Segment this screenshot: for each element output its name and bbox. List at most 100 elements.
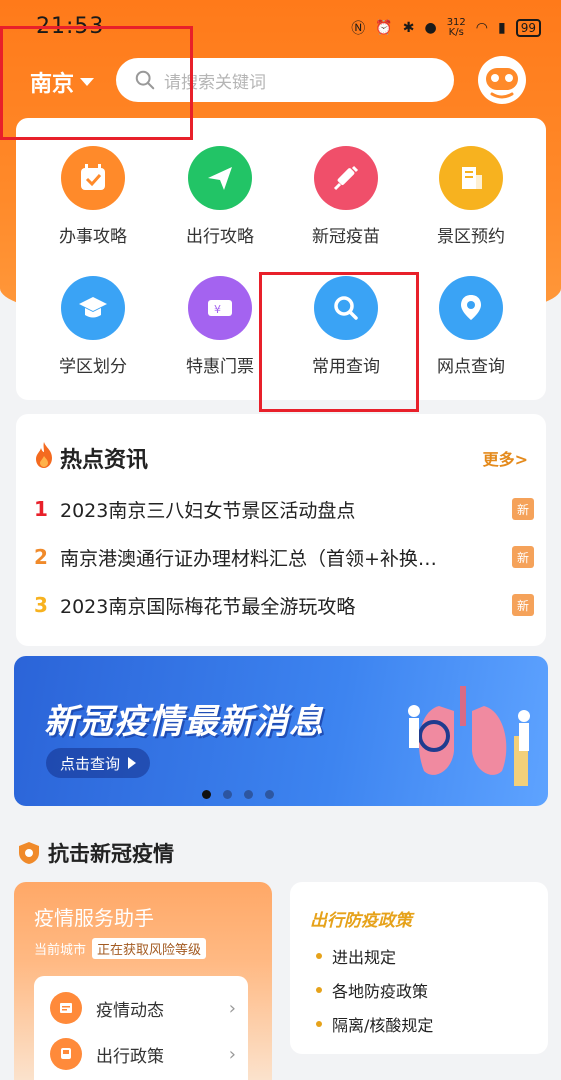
- more-link[interactable]: 更多>: [483, 446, 528, 470]
- calendar-check-icon: [61, 146, 125, 210]
- policy-item[interactable]: 隔离/核酸规定: [316, 1012, 433, 1036]
- news-rank: 3: [34, 593, 48, 617]
- banner-title: 新冠疫情最新消息: [44, 702, 324, 742]
- location-icon: ●: [424, 20, 437, 36]
- status-icons: Ⓝ ⏰ ✱ ● 312 K/s ◠ ▮ 99: [351, 18, 541, 38]
- banner-button-label: 点击查询: [60, 754, 121, 773]
- service-item-common-query[interactable]: 常用查询: [281, 276, 411, 396]
- news-text: 2023南京三八妇女节景区活动盘点: [60, 499, 356, 522]
- new-badge: 新: [512, 498, 534, 520]
- bullet-dot: [316, 953, 322, 959]
- service-item-outlet-query[interactable]: 网点查询: [406, 276, 536, 396]
- news-icon: [50, 992, 82, 1024]
- policy-item-label: 各地防疫政策: [332, 982, 429, 1001]
- policy-item-label: 隔离/核酸规定: [332, 1016, 434, 1035]
- policy-title: 出行防疫政策: [310, 911, 412, 931]
- news-item[interactable]: 1 2023南京三八妇女节景区活动盘点 新: [34, 494, 534, 524]
- city-selector[interactable]: 南京: [30, 66, 95, 98]
- assistant-row-label: 出行政策: [96, 1046, 164, 1067]
- search-icon: [135, 70, 155, 90]
- epidemic-assistant-card[interactable]: 疫情服务助手 当前城市 正在获取风险等级 疫情动态 › 出行政策 ›: [14, 882, 272, 1080]
- carousel-dot[interactable]: [265, 790, 274, 799]
- service-label: 常用查询: [312, 357, 380, 377]
- graduation-cap-icon: [61, 276, 125, 340]
- city-name: 南京: [30, 72, 75, 97]
- service-item-school-district[interactable]: 学区划分: [28, 276, 158, 396]
- service-label: 出行攻略: [186, 227, 254, 247]
- network-speed: 312 K/s: [446, 17, 466, 38]
- location-pin-icon: [439, 276, 503, 340]
- policy-item-label: 进出规定: [332, 948, 397, 967]
- app-header: 南京 请搜索关键词: [0, 52, 561, 108]
- status-time: 21:53: [36, 14, 105, 39]
- assistant-row-label: 疫情动态: [96, 1000, 164, 1021]
- service-label: 新冠疫苗: [312, 227, 380, 247]
- nfc-icon: Ⓝ: [351, 21, 366, 37]
- building-icon: [439, 146, 503, 210]
- alarm-icon: ⏰: [375, 20, 393, 36]
- hot-news-card: 热点资讯 更多> 1 2023南京三八妇女节景区活动盘点 新 2 南京港澳通行证…: [16, 414, 546, 646]
- policy-item[interactable]: 进出规定: [316, 944, 396, 968]
- bus-icon: [50, 1038, 82, 1070]
- news-text: 2023南京国际梅花节最全游玩攻略: [60, 595, 356, 618]
- bullet-dot: [316, 1021, 322, 1027]
- svg-text:¥: ¥: [214, 303, 221, 316]
- service-item-travel-guide[interactable]: 出行攻略: [155, 146, 285, 266]
- hot-news-title: 热点资讯: [60, 448, 149, 473]
- search-placeholder: 请搜索关键词: [164, 72, 266, 93]
- robot-assistant-icon[interactable]: [474, 52, 530, 108]
- news-item[interactable]: 2 南京港澳通行证办理材料汇总（首领+补换… 新: [34, 542, 534, 572]
- fire-icon: [36, 442, 52, 468]
- policy-item[interactable]: 各地防疫政策: [316, 978, 428, 1002]
- wifi-icon: ◠: [475, 20, 488, 36]
- medical-illustration: [408, 686, 530, 786]
- assistant-subtitle: 当前城市 正在获取风险等级: [34, 938, 207, 959]
- service-label: 景区预约: [437, 227, 505, 247]
- covid-section-title: 抗击新冠疫情: [48, 842, 174, 866]
- chevron-right-icon: ›: [228, 1043, 236, 1065]
- bullet-dot: [316, 987, 322, 993]
- service-label: 学区划分: [59, 357, 127, 377]
- service-item-discount-tickets[interactable]: ¥ 特惠门票: [155, 276, 285, 396]
- paper-plane-icon: [188, 146, 252, 210]
- travel-policy-card[interactable]: 出行防疫政策 进出规定 各地防疫政策 隔离/核酸规定: [290, 882, 548, 1054]
- battery-icon: 99: [515, 19, 541, 37]
- service-item-scenic-booking[interactable]: 景区预约: [406, 146, 536, 266]
- ticket-icon: ¥: [188, 276, 252, 340]
- status-bar: 21:53 Ⓝ ⏰ ✱ ● 312 K/s ◠ ▮ 99: [0, 0, 561, 44]
- current-city-label: 当前城市: [34, 943, 87, 958]
- news-item[interactable]: 3 2023南京国际梅花节最全游玩攻略 新: [34, 590, 534, 620]
- carousel-dot[interactable]: [223, 790, 232, 799]
- carousel-dot[interactable]: [202, 790, 211, 799]
- service-label: 办事攻略: [59, 227, 127, 247]
- covid-news-banner[interactable]: 新冠疫情最新消息 点击查询: [14, 656, 548, 806]
- assistant-row-travel-policy[interactable]: 出行政策 ›: [50, 1036, 236, 1072]
- search-bar[interactable]: 请搜索关键词: [116, 58, 454, 102]
- signal-icon: ▮: [498, 20, 506, 36]
- play-arrow-icon: [128, 757, 137, 769]
- service-label: 网点查询: [437, 357, 505, 377]
- syringe-icon: [314, 146, 378, 210]
- new-badge: 新: [512, 546, 534, 568]
- new-badge: 新: [512, 594, 534, 616]
- bluetooth-icon: ✱: [402, 20, 415, 36]
- chevron-right-icon: ›: [228, 997, 236, 1019]
- covid-section-header: 抗击新冠疫情: [18, 838, 174, 868]
- shield-icon: [19, 842, 39, 864]
- news-rank: 1: [34, 497, 48, 521]
- service-item-covid-vaccine[interactable]: 新冠疫苗: [281, 146, 411, 266]
- search-icon: [314, 276, 378, 340]
- assistant-title: 疫情服务助手: [34, 906, 154, 930]
- carousel-dot[interactable]: [244, 790, 253, 799]
- service-label: 特惠门票: [186, 357, 254, 377]
- services-grid: 办事攻略 出行攻略 新冠疫苗 景区预约 学区划分 ¥ 特惠门票 常用查询 网点查…: [16, 118, 546, 400]
- banner-query-button[interactable]: 点击查询: [46, 748, 151, 778]
- caret-down-icon: [80, 78, 95, 86]
- news-text: 南京港澳通行证办理材料汇总（首领+补换…: [60, 547, 437, 570]
- assistant-row-epidemic-updates[interactable]: 疫情动态 ›: [50, 990, 236, 1026]
- risk-status-badge: 正在获取风险等级: [92, 938, 207, 959]
- service-item-handling-guide[interactable]: 办事攻略: [28, 146, 158, 266]
- news-rank: 2: [34, 545, 48, 569]
- carousel-dots: [14, 790, 548, 799]
- assistant-panel: 疫情动态 › 出行政策 ›: [34, 976, 248, 1080]
